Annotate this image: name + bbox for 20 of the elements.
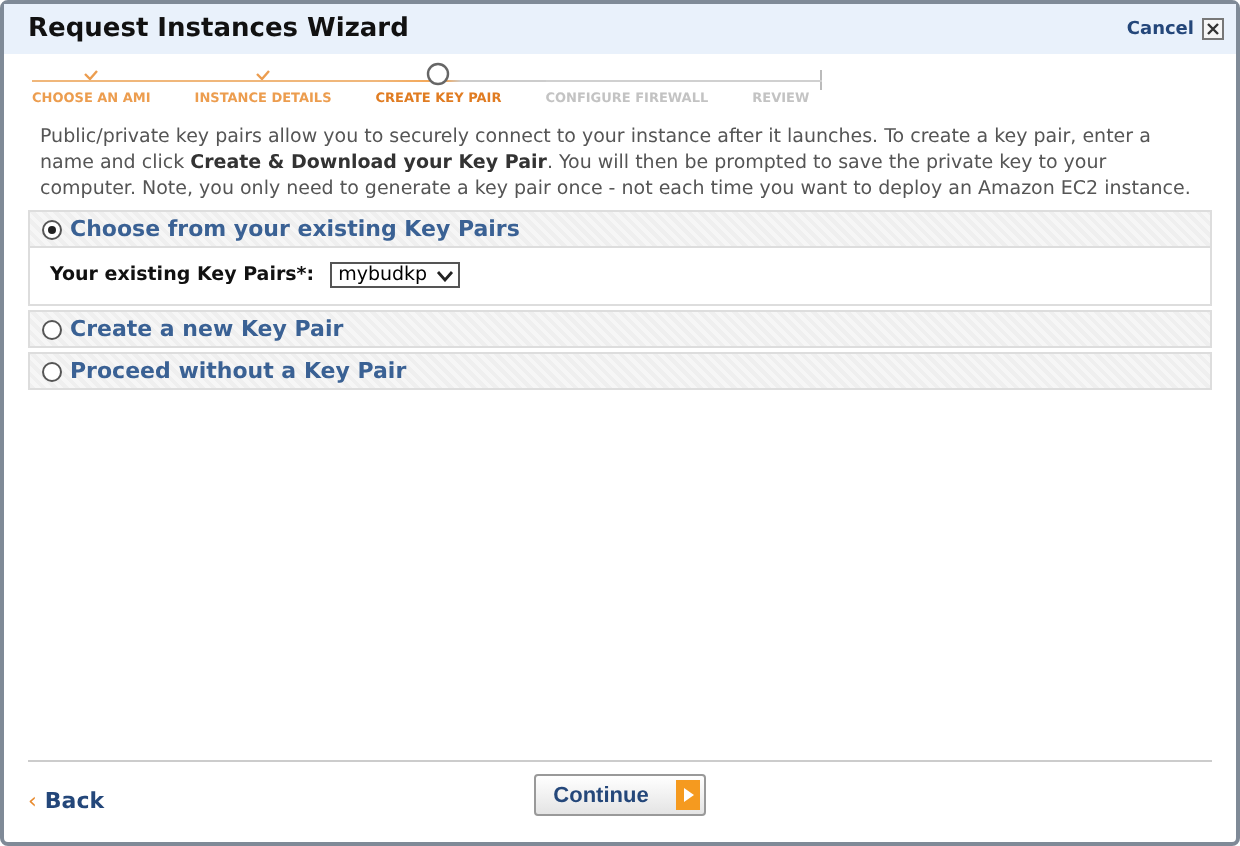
play-icon: [676, 780, 701, 810]
back-link[interactable]: Back: [44, 788, 105, 814]
option-label: Choose from your existing Key Pairs: [70, 216, 520, 242]
option-header[interactable]: Create a new Key Pair: [30, 312, 1210, 346]
radio-button[interactable]: [42, 219, 62, 239]
back-icon: ‹: [28, 788, 37, 814]
option-header[interactable]: Proceed without a Key Pair: [30, 354, 1210, 388]
radio-button[interactable]: [42, 319, 62, 339]
option-label: Proceed without a Key Pair: [70, 358, 407, 384]
close-icon[interactable]: [1202, 18, 1224, 40]
window-title: Request Instances Wizard: [28, 14, 411, 44]
radio-button[interactable]: [42, 361, 62, 381]
description-text: Public/private key pairs allow you to securely connect to your instance after it launches. To create a key pair, enter a name and click Create & Download your Key Pair. You will then be prompted to save the private key to your computer. Note, you only need to generate a key pair once - not each time you want to deploy an Amazon EC2 instance.: [40, 124, 1193, 202]
cancel-link[interactable]: Cancel: [1126, 19, 1194, 39]
continue-button[interactable]: Continue: [533, 774, 707, 816]
key-pair-dropdown[interactable]: mybudkp: [330, 262, 460, 288]
caret-icon: [435, 269, 454, 281]
field-label: Your existing Key Pairs*:: [50, 264, 315, 286]
option-header[interactable]: Choose from your existing Key Pairs: [30, 212, 1210, 246]
option-label: Create a new Key Pair: [70, 316, 344, 342]
